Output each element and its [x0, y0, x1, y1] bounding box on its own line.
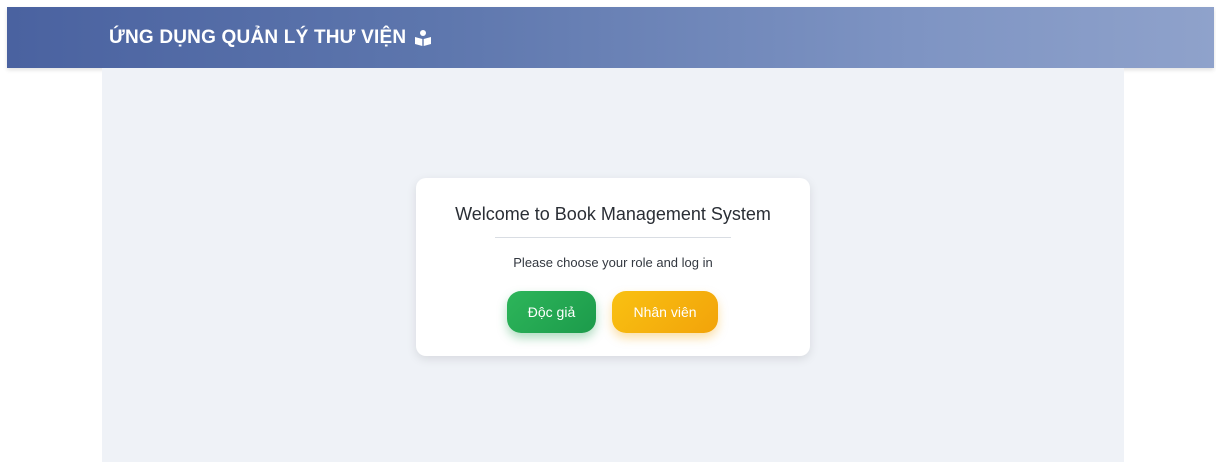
reader-role-button[interactable]: Độc giả	[507, 291, 596, 333]
welcome-card: Welcome to Book Management System Please…	[416, 178, 810, 356]
top-header: ỨNG DỤNG QUẢN LÝ THƯ VIỆN	[7, 7, 1214, 68]
welcome-title: Welcome to Book Management System	[455, 204, 771, 224]
title-divider	[495, 237, 731, 238]
role-instruction: Please choose your role and log in	[513, 255, 713, 270]
staff-role-button[interactable]: Nhân viên	[612, 291, 718, 333]
app-title: ỨNG DỤNG QUẢN LÝ THƯ VIỆN	[109, 26, 407, 48]
reading-person-icon	[414, 29, 432, 47]
app-brand[interactable]: ỨNG DỤNG QUẢN LÝ THƯ VIỆN	[109, 7, 432, 68]
